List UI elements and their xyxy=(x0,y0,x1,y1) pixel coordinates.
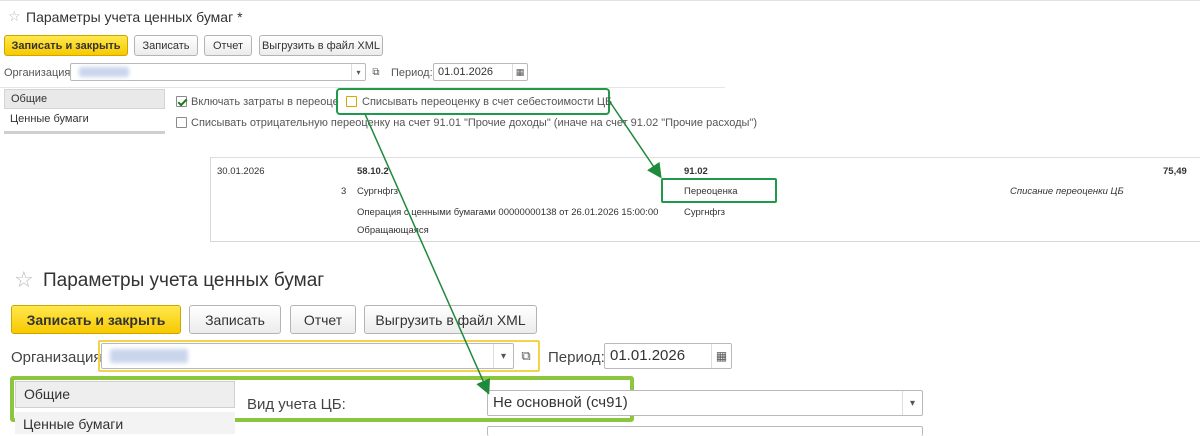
arrow-to-accounting-type xyxy=(364,113,491,395)
arrow-to-revaluation xyxy=(609,101,662,179)
annotation-arrows xyxy=(364,101,662,395)
